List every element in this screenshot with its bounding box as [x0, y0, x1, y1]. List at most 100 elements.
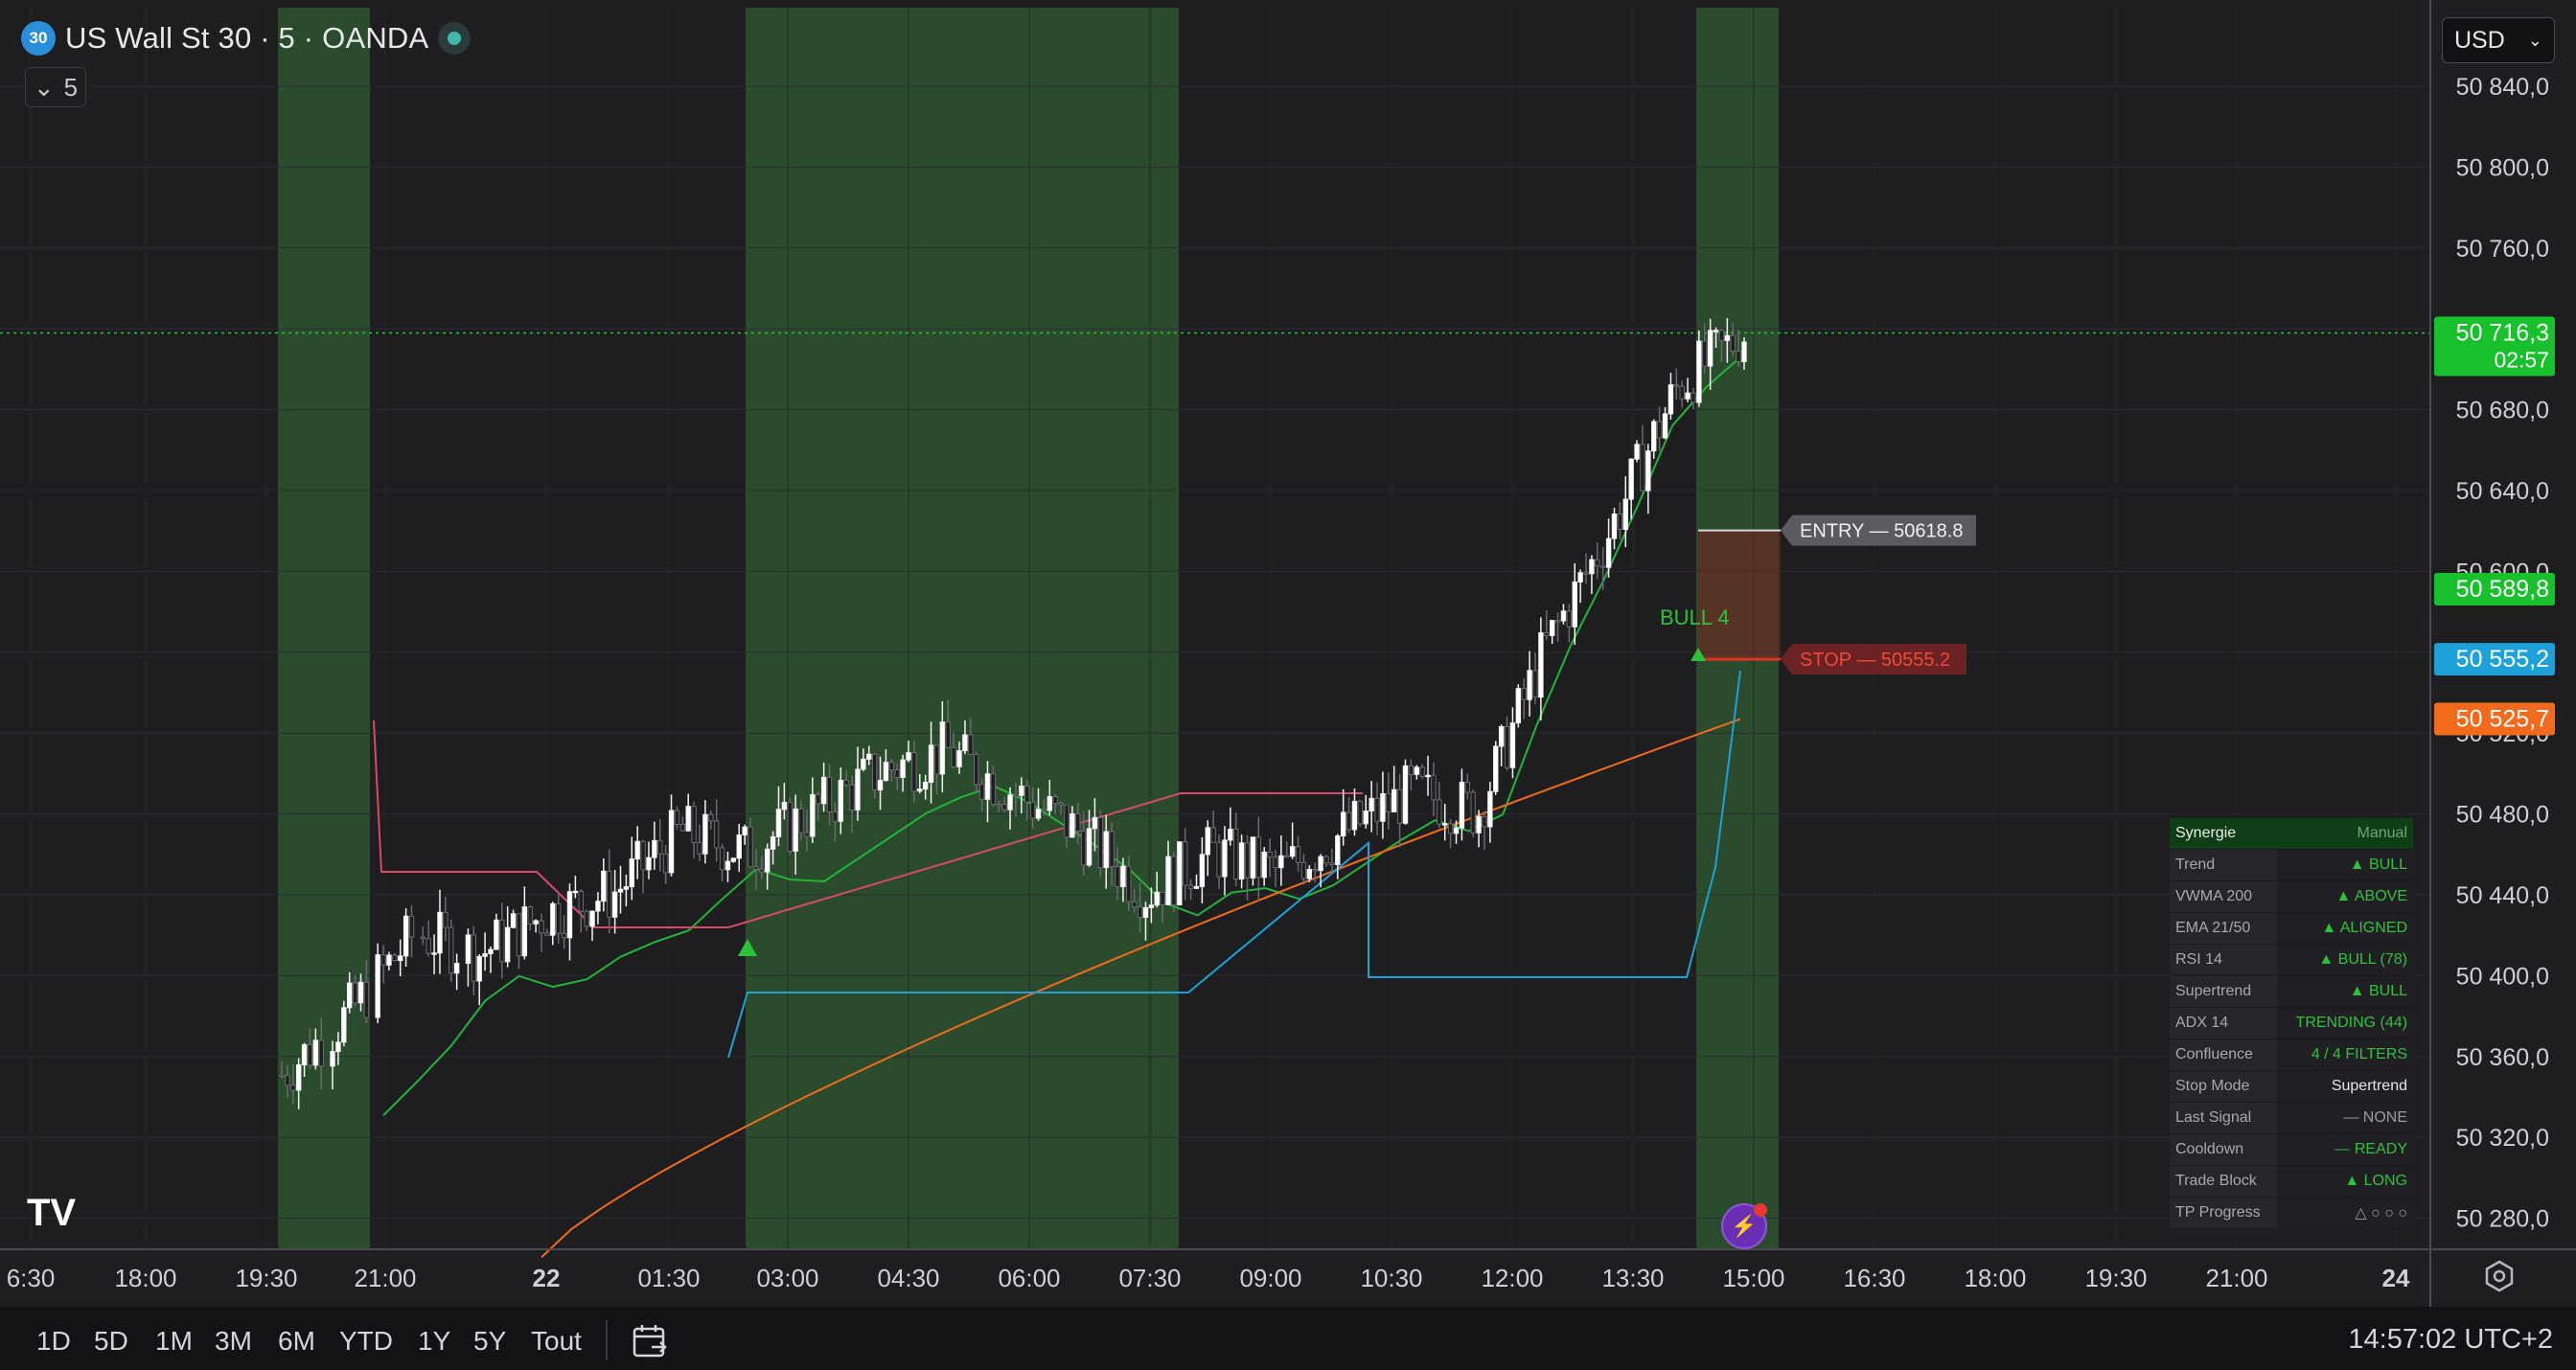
signal-row-value: TRENDING (44) — [2276, 1007, 2413, 1039]
candle-body — [883, 762, 889, 781]
stop-label-text: STOP — 50555.2 — [1800, 650, 1950, 671]
period-button-6m[interactable]: 6M — [278, 1326, 315, 1357]
candle-body — [1668, 384, 1674, 415]
candle-body — [646, 856, 652, 871]
candle-body — [1052, 796, 1058, 804]
candle-body — [357, 981, 364, 1004]
candle-body — [290, 1085, 296, 1091]
period-button-5d[interactable]: 5D — [94, 1326, 128, 1357]
period-button-tout[interactable]: Tout — [531, 1326, 582, 1357]
candle-body — [1392, 788, 1397, 812]
candle-body — [285, 1075, 290, 1086]
candle-body — [1442, 823, 1448, 826]
candle-body — [465, 934, 472, 964]
candle-body — [1289, 846, 1296, 857]
candle-body — [1255, 836, 1261, 879]
candle-body — [380, 954, 386, 966]
candle-body — [1267, 851, 1273, 858]
candle-body — [504, 926, 511, 963]
signal-row-key: EMA 21/50 — [2170, 912, 2277, 945]
candle-body — [1447, 823, 1454, 834]
candle-body — [1335, 835, 1341, 865]
candle-body — [798, 808, 804, 833]
entry-label: ENTRY — 50618.8 — [1781, 514, 1976, 546]
period-button-1y[interactable]: 1Y — [418, 1326, 450, 1357]
session-band — [746, 8, 1179, 1249]
symbol-title[interactable]: US Wall St 30 · 5 · OANDA — [65, 21, 428, 56]
candle-body — [974, 754, 979, 786]
candle-body — [1493, 745, 1499, 792]
candle-body — [1205, 827, 1210, 856]
candle-body — [984, 773, 991, 800]
period-button-1d[interactable]: 1D — [36, 1326, 71, 1357]
candle-body — [1679, 385, 1685, 400]
period-button-5y[interactable]: 5Y — [473, 1326, 506, 1357]
candle-body — [662, 853, 669, 874]
flash-alert-icon[interactable]: ⚡ — [1721, 1203, 1767, 1249]
candle-body — [1741, 341, 1747, 363]
price-axis-label: 50 840,0 — [2456, 74, 2549, 101]
price-axis-label: 50 280,0 — [2456, 1206, 2549, 1233]
candle-body — [533, 920, 539, 925]
candle-body — [1103, 831, 1109, 869]
candle-body — [1724, 334, 1731, 341]
clock-readout[interactable]: 14:57:02 UTC+2 — [2348, 1324, 2553, 1356]
candle-body — [572, 890, 579, 894]
candle-body — [770, 835, 776, 850]
candle-body — [748, 826, 753, 868]
bull-signal-label: BULL 4 — [1660, 605, 1730, 629]
signal-row-value: ▲ BULL — [2276, 849, 2413, 881]
candle-body — [894, 769, 900, 779]
candle-body — [1402, 765, 1409, 824]
candle-body — [742, 826, 748, 836]
candle-body — [640, 840, 646, 871]
candle-body — [1097, 816, 1104, 869]
signal-table-row: Cooldown — READY — [2170, 1133, 2413, 1166]
candle-body — [544, 932, 550, 936]
candle-body — [1498, 725, 1505, 747]
candle-body — [781, 801, 788, 811]
candle-body — [933, 744, 940, 775]
candle-body — [702, 813, 708, 855]
candle-body — [556, 902, 562, 934]
period-button-1m[interactable]: 1M — [155, 1326, 193, 1357]
price-axis-label: 50 400,0 — [2456, 963, 2549, 990]
candle-body — [1216, 841, 1222, 878]
candle-body — [968, 734, 974, 756]
candle-body — [1600, 565, 1606, 568]
candle-body — [1617, 514, 1623, 531]
signal-row-value: ▲ BULL — [2276, 975, 2413, 1008]
settings-gear-icon[interactable] — [2482, 1259, 2517, 1293]
time-axis-label: 13:30 — [1601, 1264, 1664, 1292]
candle-body — [1126, 865, 1132, 902]
candle-body — [826, 776, 833, 812]
tradingview-logo[interactable]: TV — [27, 1192, 76, 1235]
candle-body — [877, 779, 884, 791]
candle-body — [595, 901, 601, 912]
indicators-toggle[interactable]: ⌄ 5 — [25, 67, 86, 107]
candle-body — [347, 982, 353, 1009]
signal-table-row: Last Signal — NONE — [2170, 1102, 2413, 1134]
signal-row-key: RSI 14 — [2170, 944, 2277, 976]
candle-body — [1131, 901, 1138, 908]
candle-body — [1046, 796, 1052, 811]
symbol-header[interactable]: 30 US Wall St 30 · 5 · OANDA — [21, 17, 472, 59]
candle-body — [341, 1007, 347, 1043]
candle-body — [1233, 828, 1239, 880]
currency-select[interactable]: USD ⌄ — [2442, 17, 2555, 63]
candle-body — [634, 840, 640, 860]
candle-body — [1419, 766, 1425, 777]
candle-body — [566, 891, 573, 939]
candle-body — [697, 842, 702, 855]
period-button-ytd[interactable]: YTD — [339, 1326, 393, 1357]
signal-row-value: — READY — [2276, 1133, 2413, 1166]
period-button-3m[interactable]: 3M — [215, 1326, 252, 1357]
candle-body — [330, 1051, 335, 1067]
candle-body — [482, 952, 488, 957]
go-to-date-icon[interactable] — [631, 1322, 669, 1360]
candle-body — [1521, 688, 1527, 700]
price-axis-label: 50 760,0 — [2456, 236, 2549, 263]
candle-body — [611, 891, 618, 918]
chevron-down-icon: ⌄ — [33, 72, 55, 102]
price-axis-label: 50 640,0 — [2456, 478, 2549, 505]
